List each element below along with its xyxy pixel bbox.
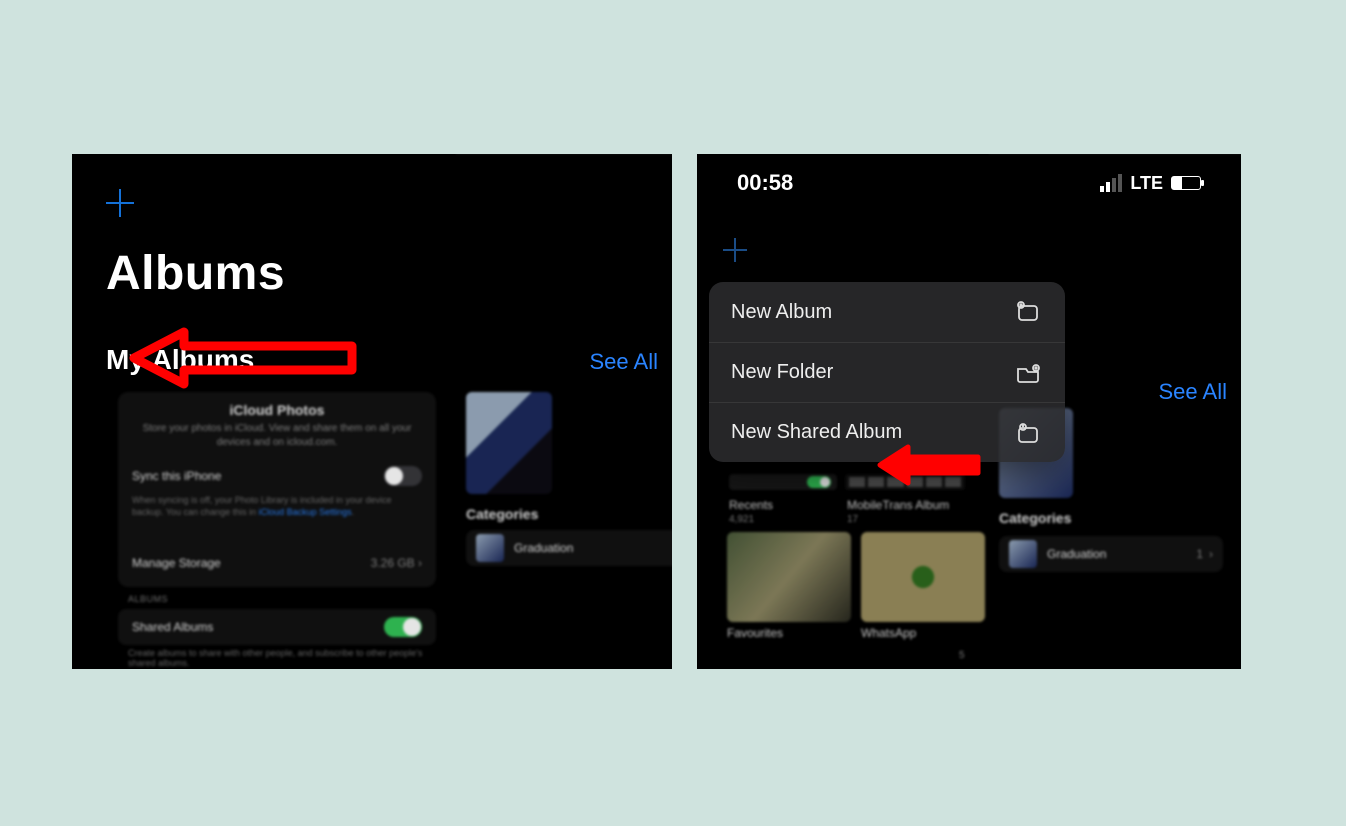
new-folder-label: New Folder [731,361,833,384]
shared-albums-row[interactable]: Shared Albums [118,609,436,645]
new-album-label: New Album [731,301,832,324]
icloud-desc: Store your photos in iCloud. View and sh… [132,422,422,449]
chevron-right-icon: › [1209,547,1213,561]
manage-storage-row[interactable]: Manage Storage 3.26 GB › [118,548,436,578]
see-all-link[interactable]: See All [590,349,659,375]
page-title: Albums [106,246,285,301]
see-all-link[interactable]: See All [1159,379,1228,405]
categories-heading: Categories [466,506,538,522]
recents-count: 4,921 [729,514,754,525]
icloud-settings-link[interactable]: iCloud Backup Settings [259,507,352,517]
shared-albums-hint: Create albums to share with other people… [128,648,428,668]
add-button[interactable] [723,238,747,262]
category-name: Graduation [514,541,573,555]
network-label: LTE [1130,173,1163,194]
album-plus-icon [1013,301,1043,323]
add-button[interactable] [106,189,134,217]
new-folder-menu-item[interactable]: New Folder [709,342,1065,402]
shared-album-icon [1013,421,1043,445]
annotation-arrow-right [880,445,990,500]
album-name: Favourites [727,626,851,640]
sync-hint: When syncing is off, your Photo Library … [132,495,422,518]
battery-icon [1171,176,1201,190]
album-cell[interactable]: Favourites [727,532,851,640]
storage-value: 3.26 GB › [371,556,422,570]
album-name: WhatsApp [861,626,985,640]
category-count: 1 [1196,547,1203,561]
new-album-menu-item[interactable]: New Album [709,282,1065,342]
category-name: Graduation [1047,547,1106,561]
mobiletrans-label: MobileTrans Album [847,498,949,512]
sync-row[interactable]: Sync this iPhone [132,461,422,491]
album-cell[interactable]: WhatsApp [861,532,985,640]
recents-label: Recents [729,498,773,512]
mobiletrans-count: 17 [847,514,858,525]
toggle-strip[interactable] [729,474,837,490]
folder-plus-icon [1013,362,1043,384]
screenshot-right: 00:58 LTE Recents 4,921 MobileTrans Albu… [697,154,1241,669]
sync-label: Sync this iPhone [132,469,221,483]
screenshot-left: Albums My Albums See All iCloud Photos S… [72,154,672,669]
signal-icon [1100,174,1122,192]
category-thumbnail [1009,540,1037,568]
annotation-arrow-left [134,326,364,411]
status-time: 00:58 [737,170,793,196]
album-grid: Favourites WhatsApp [727,532,985,640]
status-bar: 00:58 LTE [697,170,1241,196]
category-thumbnail [476,534,504,562]
categories-heading: Categories [999,510,1071,526]
category-row[interactable]: Graduation 1 › [999,536,1223,572]
category-row[interactable]: Graduation 1 › [466,530,672,566]
shared-albums-toggle[interactable] [384,617,422,637]
new-shared-label: New Shared Album [731,421,902,444]
shared-albums-label: Shared Albums [132,620,213,634]
whatsapp-count: 5 [959,650,965,661]
add-menu-popover: New Album New Folder New Shared Album [709,282,1065,462]
sync-toggle[interactable] [384,466,422,486]
manage-storage-label: Manage Storage [132,556,221,570]
albums-section-label: ALBUMS [128,594,168,604]
album-thumbnail[interactable] [466,392,552,494]
